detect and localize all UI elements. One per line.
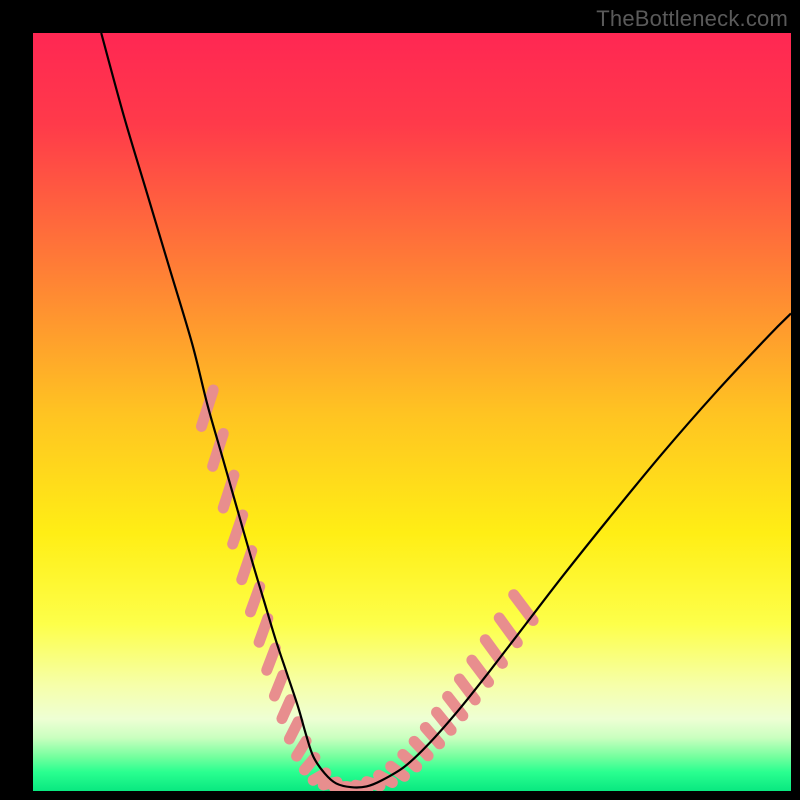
gradient-background xyxy=(33,33,791,791)
plot-svg xyxy=(33,33,791,791)
plot-area xyxy=(33,33,791,791)
watermark-text: TheBottleneck.com xyxy=(596,6,788,32)
chart-frame: TheBottleneck.com xyxy=(0,0,800,800)
